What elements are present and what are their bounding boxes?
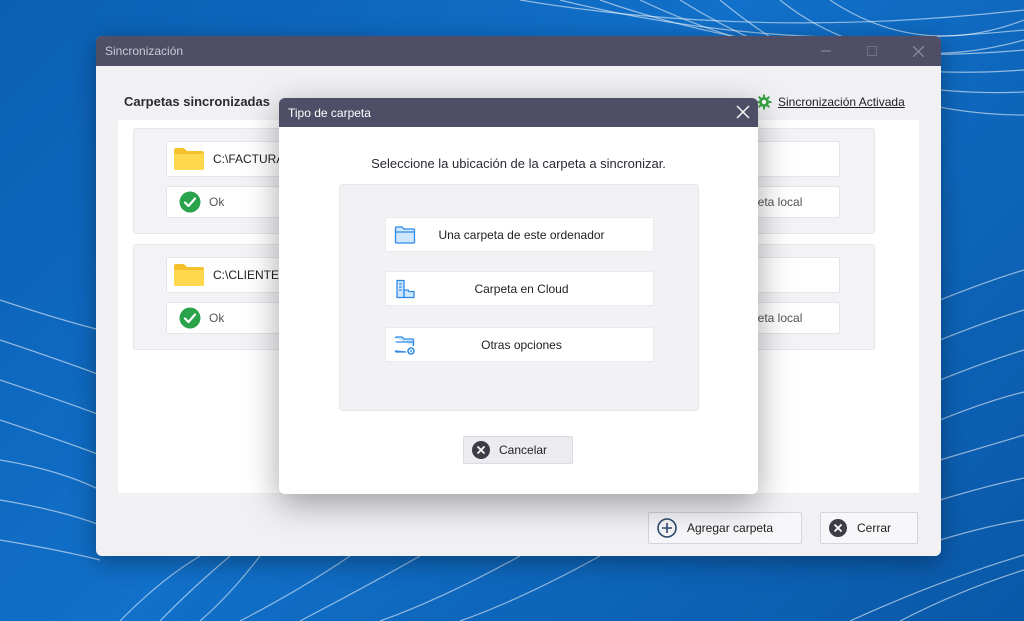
close-icon[interactable] [736,105,750,119]
dialog-titlebar[interactable]: Tipo de carpeta [279,98,758,127]
cancel-button[interactable]: Cancelar [463,436,573,464]
folder-destination-type: rpeta local [746,186,840,218]
folder-settings-icon [394,336,415,355]
folder-path-text: C:\FACTURA [213,152,285,166]
folder-destination-field[interactable] [746,141,840,177]
cancel-label: Cancelar [499,443,548,457]
option-label: Otras opciones [481,337,562,352]
maximize-icon [867,46,877,56]
folder-icon [174,264,204,286]
sync-status-link[interactable]: Sincronización Activada [778,95,905,109]
option-local-folder-button[interactable]: Una carpeta de este ordenador [385,217,654,252]
add-folder-label: Agregar carpeta [687,521,774,535]
folder-destination-field[interactable] [746,257,840,293]
folder-options-panel: Una carpeta de este ordenador Carpeta en… [339,184,699,411]
window-controls [803,36,941,66]
add-folder-button[interactable]: Agregar carpeta [648,512,802,544]
maximize-button[interactable] [849,36,895,66]
sync-status[interactable]: Sincronización Activada [756,94,905,110]
gear-icon [756,94,772,110]
folder-icon [394,226,416,244]
option-other-button[interactable]: Otras opciones [385,327,654,362]
close-button[interactable]: Cerrar [820,512,918,544]
minimize-icon [821,50,831,52]
option-cloud-folder-button[interactable]: Carpeta en Cloud [385,271,654,306]
close-label: Cerrar [857,521,892,535]
folder-status-text: Ok [209,195,225,209]
check-circle-icon [179,307,201,329]
close-circle-icon [472,441,490,459]
sync-window-title: Sincronización [105,44,184,58]
folder-type-dialog: Tipo de carpeta Seleccione la ubicación … [279,98,758,494]
folder-path-text: C:\CLIENTES [213,268,288,282]
check-circle-icon [179,191,201,213]
plus-circle-icon [657,518,677,538]
cloud-folder-icon [396,279,415,299]
folder-destination-type: rpeta local [746,302,840,334]
dialog-prompt: Seleccione la ubicación de la carpeta a … [371,156,666,171]
option-label: Carpeta en Cloud [474,281,569,296]
option-label: Una carpeta de este ordenador [438,227,605,242]
folder-icon [174,148,204,170]
folder-status-text: Ok [209,311,225,325]
sync-window-titlebar[interactable]: Sincronización [96,36,941,66]
section-title: Carpetas sincronizadas [124,94,270,109]
close-window-button[interactable] [895,36,941,66]
minimize-button[interactable] [803,36,849,66]
close-icon [912,45,924,57]
close-circle-icon [829,519,847,537]
dialog-title: Tipo de carpeta [288,105,371,120]
